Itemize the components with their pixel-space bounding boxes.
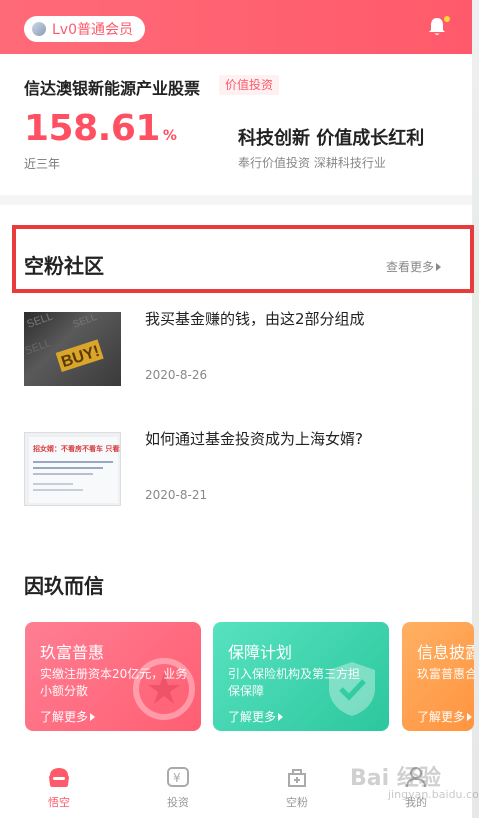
trust-section-title: 因玖而信 (24, 574, 104, 598)
svg-text:SELL: SELL (25, 312, 54, 331)
card-more-link[interactable]: 了解更多 (228, 708, 284, 725)
card-more-label: 了解更多 (40, 710, 89, 724)
svg-text:BUY!: BUY! (59, 343, 101, 371)
card-desc: 实缴注册资本20亿元，业务 小额分散 (40, 667, 188, 698)
article-date: 2020-8-26 (145, 368, 208, 382)
poster-text: 招女婿：不看房不看车 只看理财水平高 (33, 444, 121, 453)
notification-dot (444, 16, 450, 22)
card-desc: 玖富普惠合 (417, 667, 474, 681)
fund-name[interactable]: 信达澳银新能源产业股票 (24, 75, 200, 99)
member-level-label: Lv0普通会员 (52, 22, 133, 38)
svg-text:¥: ¥ (173, 771, 181, 785)
article-title: 我买基金赚的钱，由这2部分组成 (145, 310, 365, 328)
card-title: 玖富普惠 (40, 643, 105, 662)
svg-text:SELL: SELL (24, 337, 53, 357)
watermark-url: jingyan.baidu.com (388, 788, 479, 801)
buy-image-icon: SELL SELL SELL SELL BUY! (24, 312, 104, 382)
member-level-badge[interactable]: Lv0普通会员 (24, 16, 145, 42)
article-item[interactable]: 招女婿：不看房不看车 只看理财水平高 如何通过基金投资成为上海女婿? 2020-… (24, 430, 464, 524)
tab-community[interactable]: 空粉 (257, 748, 337, 818)
tab-label: 投资 (167, 796, 189, 809)
svg-text:SELL: SELL (28, 363, 55, 382)
card-more-label: 了解更多 (417, 710, 466, 724)
community-more-link[interactable]: 查看更多 (386, 258, 442, 275)
tab-wukong[interactable]: 悟空 (19, 748, 99, 818)
article-item[interactable]: SELL SELL SELL SELL BUY! 我买基金赚的钱，由这2部分组成… (24, 310, 464, 404)
fund-slogan: 科技创新 价值成长红利 (238, 128, 425, 149)
community-icon (288, 769, 306, 787)
fund-return-unit: % (162, 128, 177, 144)
tab-invest[interactable]: ¥ 投资 (138, 748, 218, 818)
fund-tag: 价值投资 (219, 75, 280, 95)
svg-text:SELL: SELL (72, 312, 99, 331)
chevron-right-icon (467, 712, 473, 721)
tab-label: 悟空 (48, 796, 70, 809)
trust-card[interactable]: 保障计划 引入保险机构及第三方担 保保障 了解更多 (213, 622, 389, 731)
community-more-label: 查看更多 (386, 260, 435, 274)
poster-image-icon: 招女婿：不看房不看车 只看理财水平高 (29, 437, 121, 503)
article-thumbnail: 招女婿：不看房不看车 只看理财水平高 (24, 432, 121, 506)
tab-label: 空粉 (286, 796, 308, 809)
fund-period: 近三年 (24, 157, 61, 171)
article-title: 如何通过基金投资成为上海女婿? (145, 430, 363, 448)
fund-return-value: 158.61 (24, 108, 160, 149)
fund-return: 158.61% (24, 108, 177, 149)
card-more-link[interactable]: 了解更多 (40, 708, 96, 725)
card-title: 信息披露 (417, 643, 474, 662)
diamond-icon (32, 22, 46, 36)
wukong-icon (49, 768, 69, 787)
top-header: Lv0普通会员 (0, 0, 472, 54)
trust-card[interactable]: 玖富普惠 实缴注册资本20亿元，业务 小额分散 了解更多 (25, 622, 201, 731)
section-divider (0, 195, 472, 205)
article-date: 2020-8-21 (145, 488, 208, 502)
card-more-label: 了解更多 (228, 710, 277, 724)
trust-card[interactable]: 信息披露 玖富普惠合 了解更多 (402, 622, 474, 731)
card-title: 保障计划 (228, 643, 293, 662)
fund-slogan-sub: 奉行价值投资 深耕科技行业 (238, 156, 386, 170)
community-title: 空粉社区 (24, 254, 104, 278)
chevron-right-icon (436, 262, 442, 271)
card-more-link[interactable]: 了解更多 (417, 708, 473, 725)
card-desc: 引入保险机构及第三方担 保保障 (228, 667, 361, 698)
article-thumbnail: SELL SELL SELL SELL BUY! (24, 312, 121, 386)
invest-icon: ¥ (167, 767, 189, 787)
chevron-right-icon (278, 712, 284, 721)
chevron-right-icon (90, 712, 96, 721)
